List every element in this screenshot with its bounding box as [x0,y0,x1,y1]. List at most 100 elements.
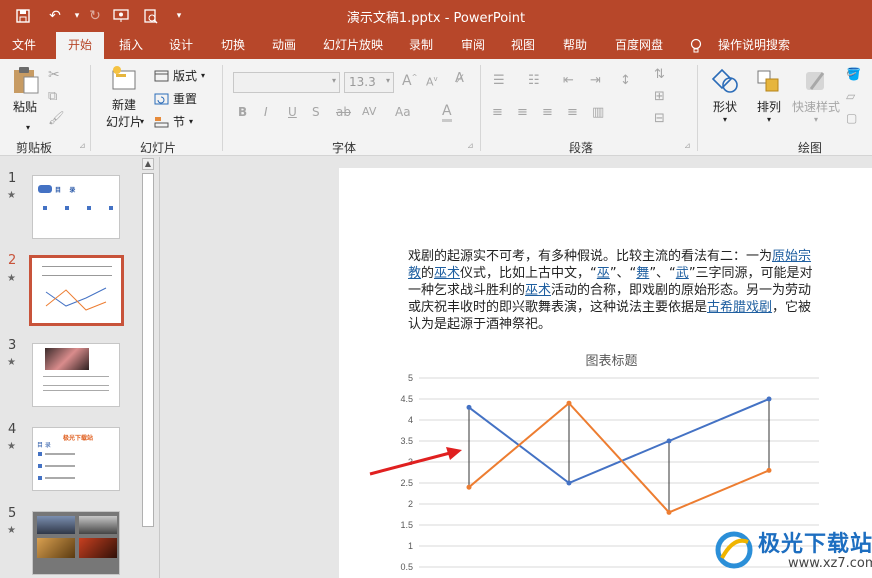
slide-number: 2 [8,253,17,268]
font-grow-button[interactable]: A^ [402,73,417,89]
data-point [466,484,472,490]
group-label-paragraph: 段落 [569,141,594,155]
align-text-icon[interactable]: ⊞ [654,89,665,104]
tab-review[interactable]: 审阅 [452,32,494,59]
align-center-icon[interactable]: ≡ [517,105,528,120]
copy-icon[interactable]: ⧉ [48,89,57,104]
slide-body-text[interactable]: 戏剧的起源实不可考，有多种假说。比较主流的看法有二：一为原始宗教的巫术仪式，比如… [408,248,818,333]
font-size-combo[interactable]: 13.3 ▾ [344,72,394,93]
tab-insert[interactable]: 插入 [110,32,152,59]
italic-button[interactable]: I [264,105,268,119]
text-shadow-button[interactable]: S [312,105,320,119]
format-painter-icon[interactable]: 🖌 [48,111,65,126]
reset-button[interactable]: 重置 [154,90,197,107]
tab-baidu-netdisk[interactable]: 百度网盘 [606,32,672,59]
clipboard-launcher-icon[interactable]: ⊿ [79,141,86,150]
y-tick-label: 4.5 [400,394,413,404]
hyperlink[interactable]: 巫 [597,266,610,281]
chart-title[interactable]: 图表标题 [339,350,872,369]
font-launcher-icon[interactable]: ⊿ [467,141,474,150]
slide-thumbnail-2[interactable] [29,255,124,326]
increase-indent-icon[interactable]: ⇥ [590,73,601,88]
tab-slideshow[interactable]: 幻灯片放映 [316,32,390,59]
shapes-button[interactable]: 形状 ▾ [706,67,744,124]
tab-transitions[interactable]: 切换 [212,32,254,59]
watermark-url: www.xz7.com [788,556,872,571]
tab-home[interactable]: 开始 [56,32,104,59]
font-name-combo[interactable]: ▾ [233,72,340,93]
slide-thumbnail-3[interactable] [32,343,120,407]
tab-record[interactable]: 录制 [400,32,442,59]
thumb-bullet [38,476,42,480]
hyperlink[interactable]: 巫术 [434,266,460,281]
slide-canvas[interactable]: 戏剧的起源实不可考，有多种假说。比较主流的看法有二：一为原始宗教的巫术仪式，比如… [339,168,872,578]
font-color-button[interactable]: A [442,103,452,122]
hyperlink[interactable]: 舞 [636,266,649,281]
layout-icon [154,70,169,81]
strikethrough-button[interactable]: ab [336,105,351,119]
change-case-button[interactable]: Aa [395,105,411,119]
tab-help[interactable]: 帮助 [554,32,596,59]
y-tick-label: 5 [408,373,413,383]
line-spacing-icon[interactable]: ↕ [620,73,631,88]
smartart-icon[interactable]: ⊟ [654,111,665,126]
text-run: ”、“ [649,266,676,281]
thumb-photo [45,348,89,370]
thumb-text-lines [42,266,112,276]
bullets-icon[interactable]: ☰ [493,73,505,88]
underline-button[interactable]: U [288,105,297,119]
shape-outline-icon[interactable]: ▱ [846,89,855,103]
section-button[interactable]: 节 ▾ [154,113,193,130]
font-shrink-button[interactable]: Av [426,75,438,89]
thumb-dots [43,206,113,210]
text-direction-icon[interactable]: ⇅ [654,67,665,82]
annotation-arrow [369,447,462,476]
tell-me-search[interactable]: 操作说明搜索 [714,32,794,59]
slide-thumbnail-1[interactable]: 目 录 [32,175,120,239]
paste-button[interactable]: 粘贴 [8,65,42,125]
tab-view[interactable]: 视图 [502,32,544,59]
thumb-title: 极光下载站 [63,435,94,442]
quick-styles-button[interactable]: 快速样式 ▾ [790,67,842,124]
cut-icon[interactable]: ✂ [48,67,60,83]
scroll-up-icon[interactable]: ▲ [142,158,154,170]
clear-format-icon[interactable]: A̷ [455,71,464,86]
animation-star-icon: ★ [7,525,16,536]
char-spacing-button[interactable]: AV [362,105,376,118]
text-run: 仪式，比如上古中文，“ [460,266,597,281]
shape-effects-icon[interactable]: ▢ [846,111,857,125]
thumb-bullet [38,464,42,468]
hyperlink[interactable]: 武 [676,266,689,281]
decrease-indent-icon[interactable]: ⇤ [563,73,574,88]
hyperlink[interactable]: 古希腊戏剧 [707,300,772,315]
columns-icon[interactable]: ▥ [592,105,604,120]
scroll-thumb[interactable] [142,173,154,527]
justify-icon[interactable]: ≡ [567,105,578,120]
hyperlink[interactable]: 巫术 [525,283,551,298]
new-slide-dropdown-icon[interactable]: ▾ [140,117,144,126]
slide-thumbnail-4[interactable]: 极光下载站 目 录 [32,427,120,491]
align-right-icon[interactable]: ≡ [542,105,553,120]
text-run: 戏剧的起源实不可考，有多种假说。比较主流的看法有二：一为 [408,249,773,264]
align-left-icon[interactable]: ≡ [492,105,503,120]
paragraph-launcher-icon[interactable]: ⊿ [684,141,691,150]
thumb-text-lines [43,376,109,386]
data-point [766,396,772,402]
arrange-button[interactable]: 排列 ▾ [750,67,788,124]
data-point [466,404,472,410]
thumb-photo [79,516,117,534]
quick-styles-label: 快速样式 [791,100,840,114]
shape-fill-icon[interactable]: 🪣 [846,67,861,81]
tab-file[interactable]: 文件 [2,32,46,59]
thumbnail-scrollbar[interactable]: ▲ [141,157,155,578]
thumb-shape [38,185,52,193]
slide-thumbnail-5[interactable] [32,511,120,575]
layout-button[interactable]: 版式 ▾ [154,67,205,84]
new-slide-label-line1: 新建 [111,98,136,112]
numbering-icon[interactable]: ☷ [528,73,540,88]
paste-dropdown-icon[interactable]: ▾ [26,123,30,132]
bold-button[interactable]: B [238,105,247,119]
tab-design[interactable]: 设计 [160,32,202,59]
tab-animations[interactable]: 动画 [262,32,306,59]
section-label: 节 [173,115,186,129]
